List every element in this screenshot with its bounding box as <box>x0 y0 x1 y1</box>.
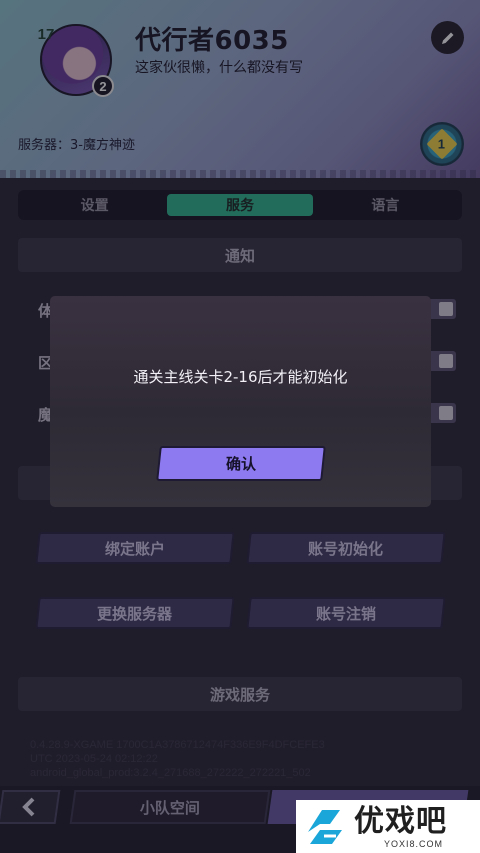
confirm-button[interactable]: 确认 <box>156 446 326 481</box>
dialog-message: 通关主线关卡2-16后才能初始化 <box>133 368 348 386</box>
watermark-url: YOXI8.COM <box>384 838 444 849</box>
watermark-logo-icon <box>308 809 342 844</box>
watermark: 优戏吧 YOXI8.COM <box>296 800 480 853</box>
watermark-text: 优戏吧 <box>354 803 447 839</box>
confirm-label: 确认 <box>225 455 256 473</box>
alert-dialog: 通关主线关卡2-16后才能初始化 确认 <box>50 296 431 507</box>
